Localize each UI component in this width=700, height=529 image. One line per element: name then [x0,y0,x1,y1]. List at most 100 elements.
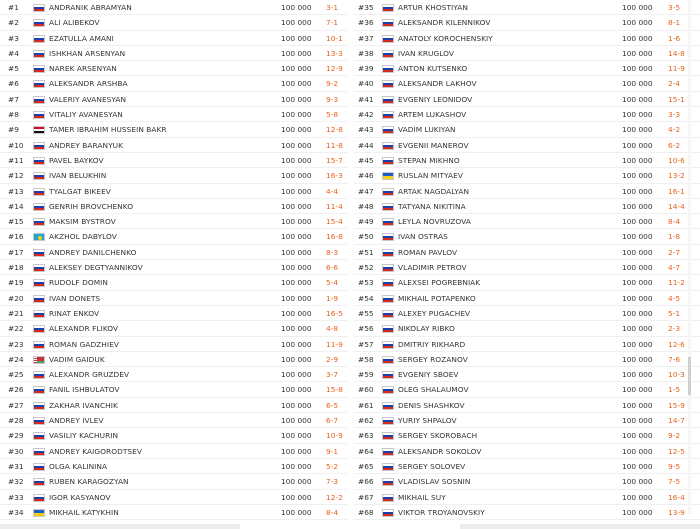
player-name[interactable]: Ali Alibekov [49,15,100,30]
player-row[interactable]: #51 Roman Pavlov 100 000 2-7 [354,245,700,261]
player-name[interactable]: Denis Shashkov [398,398,465,413]
player-row[interactable]: #11 Pavel Baykov 100 000 15-7 [0,153,348,169]
player-row[interactable]: #39 Anton Kutsenko 100 000 11-9 [354,61,700,77]
player-row[interactable]: #60 Oleg Shalaumov 100 000 1-5 [354,382,700,398]
player-name[interactable]: Artur Khostiyan [398,0,468,15]
player-row[interactable]: #66 Vladislav Sosnin 100 000 7-5 [354,474,700,490]
player-row[interactable]: #36 Aleksandr Kilennikov 100 000 8-1 [354,15,700,31]
player-name[interactable]: Rudolf Domin [49,275,108,290]
player-row[interactable]: #28 Andrey Ivlev 100 000 6-7 [0,413,348,429]
player-name[interactable]: Sergey Solovev [398,459,465,474]
player-row[interactable]: #43 Vadim Lukiyan 100 000 4-2 [354,122,700,138]
player-row[interactable]: #57 Dmitriy Rikhard 100 000 12-6 [354,337,700,352]
player-name[interactable]: Igor Kasyanov [49,490,111,505]
player-row[interactable]: #1 Andranik Abramyan 100 000 3-1 [0,0,348,16]
player-name[interactable]: Viktor Troyanovskiy [398,505,485,520]
player-name[interactable]: Akzhol Dabylov [49,229,117,244]
player-name[interactable]: Vladislav Sosnin [398,474,470,489]
player-row[interactable]: #46 Ruslan Mityaev 100 000 13-2 [354,168,700,184]
player-name[interactable]: Andrey Baranyuk [49,138,123,153]
player-row[interactable]: #50 Ivan Ostras 100 000 1-8 [354,229,700,245]
player-row[interactable]: #14 Genrih Brovchenko 100 000 11-4 [0,199,348,215]
player-name[interactable]: Mikhail Suy [398,490,446,505]
player-name[interactable]: Andrey Ivlev [49,413,104,428]
player-row[interactable]: #16 Akzhol Dabylov 100 000 16-8 [0,229,348,245]
player-row[interactable]: #26 Fanil Ishbulatov 100 000 15-8 [0,382,348,398]
player-name[interactable]: Tyalgat Bikeev [49,184,111,199]
player-name[interactable]: Alexandr Gruzdev [49,367,129,382]
player-name[interactable]: Ruslan Mityaev [398,168,463,183]
player-row[interactable]: #38 Ivan Kruglov 100 000 14-8 [354,46,700,62]
player-name[interactable]: Olga Kalinina [49,459,107,474]
player-row[interactable]: #37 Anatoly Korochenskiy 100 000 1-6 [354,31,700,46]
player-row[interactable]: #41 Evgeniy Leonidov 100 000 15-1 [354,92,700,108]
player-row[interactable]: #10 Andrey Baranyuk 100 000 11-8 [0,138,348,153]
player-row[interactable]: #15 Maksim Bystrov 100 000 15-4 [0,214,348,230]
player-row[interactable]: #9 Tamer Ibrahim Hussein Bakr 100 000 12-8 [0,122,348,138]
player-row[interactable]: #68 Viktor Troyanovskiy 100 000 13-9 [354,505,700,521]
player-row[interactable]: #17 Andrey Danilchenko 100 000 8-3 [0,245,348,261]
player-name[interactable]: Andrey Danilchenko [49,245,136,260]
player-row[interactable]: #3 Ezatulla Amani 100 000 10-1 [0,31,348,46]
player-row[interactable]: #23 Roman Gadzhiev 100 000 11-9 [0,337,348,352]
player-name[interactable]: Ivan Kruglov [398,46,454,61]
player-row[interactable]: #25 Alexandr Gruzdev 100 000 3-7 [0,367,348,383]
player-name[interactable]: Aleksey Degtyannikov [49,260,143,275]
player-row[interactable]: #2 Ali Alibekov 100 000 7-1 [0,15,348,31]
player-row[interactable]: #31 Olga Kalinina 100 000 5-2 [0,459,348,475]
player-row[interactable]: #20 Ivan Donets 100 000 1-9 [0,291,348,306]
player-name[interactable]: Andranik Abramyan [49,0,132,15]
player-name[interactable]: Anatoly Korochenskiy [398,31,493,46]
player-row[interactable]: #63 Sergey Skorobach 100 000 9-2 [354,428,700,444]
player-row[interactable]: #53 Alexsei Pogrebniak 100 000 11-2 [354,275,700,291]
player-name[interactable]: Roman Gadzhiev [49,337,119,352]
player-name[interactable]: Anton Kutsenko [398,61,467,76]
player-name[interactable]: Aleksandr Lakhov [398,76,477,91]
player-row[interactable]: #67 Mikhail Suy 100 000 16-4 [354,490,700,505]
player-row[interactable]: #5 Narek Arsenyan 100 000 12-9 [0,61,348,77]
player-row[interactable]: #8 Vitaliy Avanesyan 100 000 5-8 [0,107,348,123]
player-row[interactable]: #40 Aleksandr Lakhov 100 000 2-4 [354,76,700,92]
player-row[interactable]: #21 Rinat Enkov 100 000 16-5 [0,306,348,322]
player-row[interactable]: #7 Valeriy Avanesyan 100 000 9-3 [0,92,348,108]
player-name[interactable]: Narek Arsenyan [49,61,117,76]
player-row[interactable]: #54 Mikhail Potapenko 100 000 4-5 [354,291,700,306]
player-row[interactable]: #13 Tyalgat Bikeev 100 000 4-4 [0,184,348,199]
player-row[interactable]: #64 Aleksandr Sokolov 100 000 12-5 [354,444,700,459]
player-name[interactable]: Mikhail Potapenko [398,291,476,306]
player-name[interactable]: Zakhar Ivanchik [49,398,118,413]
player-row[interactable]: #32 Ruben Karagozyan 100 000 7-3 [0,474,348,490]
player-name[interactable]: Alexsei Pogrebniak [398,275,480,290]
scrollbar-track[interactable] [688,0,691,515]
player-name[interactable]: Evgeniy Leonidov [398,92,472,107]
player-name[interactable]: Vitaliy Avanesyan [49,107,123,122]
player-row[interactable]: #49 Leyla Novruzova 100 000 8-4 [354,214,700,230]
player-row[interactable]: #42 Artem Lukashov 100 000 3-3 [354,107,700,123]
player-name[interactable]: Alexey Pugachev [398,306,470,321]
player-name[interactable]: Ezatulla Amani [49,31,114,46]
player-name[interactable]: Oleg Shalaumov [398,382,469,397]
player-name[interactable]: Stepan Mikhno [398,153,460,168]
player-row[interactable]: #48 Tatyana Nikitina 100 000 14-4 [354,199,700,215]
player-name[interactable]: Dmitriy Rikhard [398,337,465,352]
player-row[interactable]: #35 Artur Khostiyan 100 000 3-5 [354,0,700,16]
player-row[interactable]: #59 Evgeniy Sboev 100 000 10-3 [354,367,700,383]
player-row[interactable]: #27 Zakhar Ivanchik 100 000 6-5 [0,398,348,414]
player-name[interactable]: Valeriy Avanesyan [49,92,126,107]
player-row[interactable]: #45 Stepan Mikhno 100 000 10-6 [354,153,700,169]
player-row[interactable]: #24 Vadim Gaiduk 100 000 2-9 [0,352,348,368]
player-name[interactable]: Aleksandr Arshba [49,76,128,91]
player-name[interactable]: Rinat Enkov [49,306,99,321]
player-name[interactable]: Roman Pavlov [398,245,457,260]
player-name[interactable]: Sergey Skorobach [398,428,477,443]
player-name[interactable]: Vasiliy Kachurin [49,428,118,443]
player-row[interactable]: #6 Aleksandr Arshba 100 000 9-2 [0,76,348,92]
player-name[interactable]: Ivan Belukhin [49,168,106,183]
player-name[interactable]: Fanil Ishbulatov [49,382,120,397]
player-row[interactable]: #58 Sergey Rozanov 100 000 7-6 [354,352,700,368]
player-name[interactable]: Tatyana Nikitina [398,199,466,214]
player-name[interactable]: Nikolay Ribko [398,321,455,336]
player-row[interactable]: #47 Artak Nagdalyan 100 000 16-1 [354,184,700,199]
player-name[interactable]: Evgenii Manerov [398,138,469,153]
player-row[interactable]: #44 Evgenii Manerov 100 000 6-2 [354,138,700,153]
